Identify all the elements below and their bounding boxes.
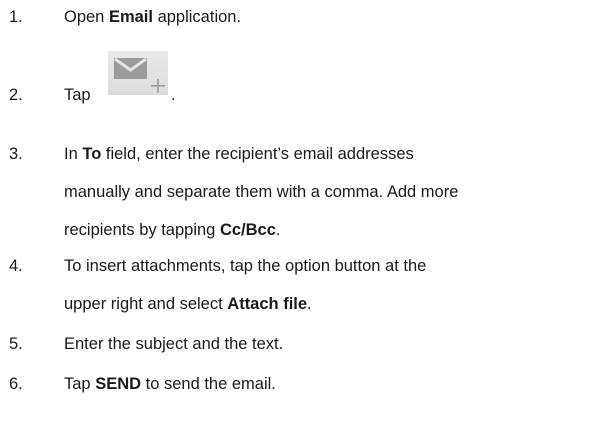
step-line: upper right and select Attach file.: [64, 294, 312, 314]
step-line: .: [171, 85, 176, 105]
envelope-plus-icon: [114, 57, 165, 93]
step-text-bold: Cc/Bcc: [219, 221, 276, 239]
step-line: In To field, enter the recipient’s email…: [64, 144, 414, 164]
step-line: To insert attachments, tap the option bu…: [64, 256, 426, 276]
step-text: .: [275, 221, 281, 239]
step-line: Tap SEND to send the email.: [64, 374, 276, 394]
step-text: recipients by tapping: [64, 221, 220, 239]
step-text: manually and separate them with a comma.…: [64, 183, 459, 201]
compose-email-icon: [108, 51, 168, 95]
step-text: Tap: [64, 375, 96, 393]
step-number: 3.: [9, 145, 23, 163]
step-text-bold: Email: [108, 8, 153, 26]
step-number: 5.: [9, 335, 23, 353]
step-text: application.: [152, 8, 242, 26]
step-text: In: [64, 145, 83, 163]
step-text: Tap: [64, 86, 91, 104]
step-line: Open Email application.: [64, 7, 241, 27]
step-text: .: [171, 86, 176, 104]
step-text-bold: To: [82, 145, 102, 163]
step-text: Enter the subject and the text.: [64, 335, 284, 353]
step-number: 4.: [9, 257, 23, 275]
step-line: manually and separate them with a comma.…: [64, 182, 458, 202]
step-text-bold: SEND: [95, 375, 142, 393]
step-text: to send the email.: [141, 375, 276, 393]
step-text: field, enter the recipient’s email addre…: [101, 145, 414, 163]
step-text: To insert attachments, tap the option bu…: [64, 257, 427, 275]
step-number: 1.: [9, 8, 23, 26]
step-text: upper right and select: [64, 295, 228, 313]
step-text-bold: Attach file: [227, 295, 308, 313]
step-number: 2.: [9, 86, 23, 104]
step-line: recipients by tapping Cc/Bcc.: [64, 220, 280, 240]
step-text: Open: [64, 8, 109, 26]
step-text: .: [307, 295, 312, 313]
step-line: Enter the subject and the text.: [64, 334, 283, 354]
step-line: Tap: [64, 85, 91, 105]
step-number: 6.: [9, 375, 23, 393]
